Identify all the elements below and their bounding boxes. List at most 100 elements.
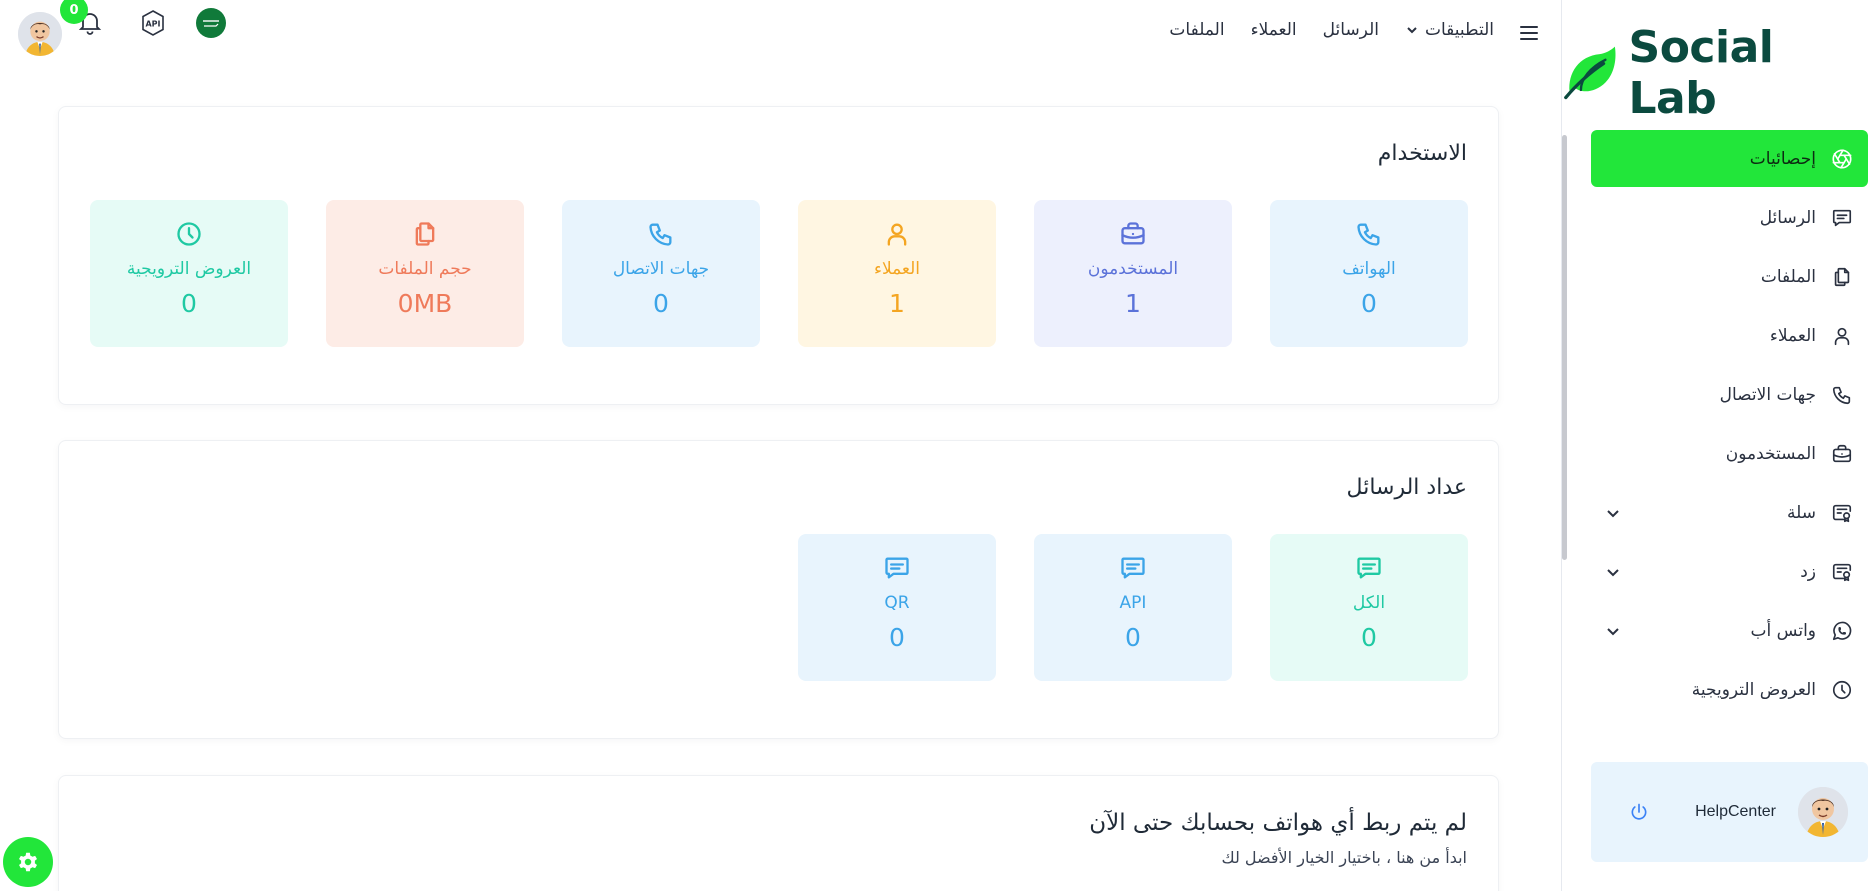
top-nav: التطبيقات الرسائل العملاء الملفات xyxy=(1169,20,1494,40)
stat-tile-promotions[interactable]: العروض الترويجية 0 xyxy=(90,200,288,347)
msg-tile-all[interactable]: الكل 0 xyxy=(1270,534,1468,681)
top-nav-clients[interactable]: العملاء xyxy=(1251,20,1297,40)
message-icon xyxy=(1830,206,1854,230)
phone-icon xyxy=(1355,220,1383,248)
chevron-down-icon[interactable] xyxy=(1605,623,1621,639)
stat-label: حجم الملفات xyxy=(378,259,472,279)
messages-counter-card: عداد الرسائل الكل 0 API 0 QR 0 xyxy=(58,440,1499,739)
message-icon xyxy=(1119,554,1147,582)
stat-label: QR xyxy=(884,593,910,613)
chevron-down-icon xyxy=(1407,27,1417,34)
message-icon xyxy=(1355,554,1383,582)
phone-icon xyxy=(1830,383,1854,407)
sidebar-item-label: جهات الاتصال xyxy=(1719,384,1816,405)
certificate-icon xyxy=(1830,501,1854,525)
stat-tile-clients[interactable]: العملاء 1 xyxy=(798,200,996,347)
stat-label: العروض الترويجية xyxy=(126,259,252,279)
api-icon-label: API xyxy=(145,20,160,29)
clock-icon xyxy=(1830,678,1854,702)
stat-value: 0 xyxy=(1361,623,1377,652)
sidebar-item-label: الملفات xyxy=(1760,266,1816,287)
api-icon[interactable]: API xyxy=(138,8,168,38)
files-icon xyxy=(411,220,439,248)
power-icon[interactable] xyxy=(1629,802,1649,822)
sidebar-item-label: سلة xyxy=(1787,502,1816,523)
sidebar-nav: إحصائيات الرسائل الملفات العملاء جهات ال… xyxy=(1591,130,1868,720)
gear-icon xyxy=(19,852,37,872)
certificate-icon xyxy=(1830,560,1854,584)
top-nav-label: العملاء xyxy=(1250,20,1297,40)
sidebar-item-clients[interactable]: العملاء xyxy=(1591,307,1868,364)
chevron-down-icon[interactable] xyxy=(1605,505,1621,521)
user-avatar[interactable] xyxy=(18,12,62,56)
stat-value: 0 xyxy=(1125,623,1141,652)
phones-notice-card: لم يتم ربط أي هواتف بحسابك حتى الآن ابدأ… xyxy=(58,775,1499,891)
stat-value: 0MB xyxy=(397,289,453,318)
help-center-panel[interactable]: HelpCenter xyxy=(1591,762,1868,862)
brand-name: Social Lab xyxy=(1628,22,1774,124)
settings-button[interactable] xyxy=(3,837,53,887)
clock-icon xyxy=(175,220,203,248)
sidebar-item-label: الرسائل xyxy=(1759,207,1816,228)
msg-tile-api[interactable]: API 0 xyxy=(1034,534,1232,681)
top-nav-apps[interactable]: التطبيقات xyxy=(1405,20,1494,40)
sidebar-item-zid[interactable]: زد xyxy=(1591,543,1868,600)
stat-label: API xyxy=(1119,593,1147,613)
stat-label: المستخدمون xyxy=(1087,259,1179,279)
sidebar-item-label: زد xyxy=(1800,561,1816,582)
stat-value: 0 xyxy=(653,289,669,318)
sidebar-item-contacts[interactable]: جهات الاتصال xyxy=(1591,366,1868,423)
chevron-down-icon[interactable] xyxy=(1605,564,1621,580)
files-icon xyxy=(1830,265,1854,289)
stat-value: 1 xyxy=(1125,289,1141,318)
sidebar-item-statistics[interactable]: إحصائيات xyxy=(1591,130,1868,187)
sidebar-item-files[interactable]: الملفات xyxy=(1591,248,1868,305)
messages-counter-title: عداد الرسائل xyxy=(1346,475,1467,500)
user-icon xyxy=(1830,324,1854,348)
sidebar-item-label: العملاء xyxy=(1769,325,1816,346)
stat-tile-file-size[interactable]: حجم الملفات 0MB xyxy=(326,200,524,347)
sidebar-item-promotions[interactable]: العروض الترويجية xyxy=(1591,661,1868,718)
menu-icon[interactable] xyxy=(1518,22,1540,44)
message-icon xyxy=(883,554,911,582)
sidebar-scrollbar[interactable] xyxy=(1562,135,1567,560)
whatsapp-icon xyxy=(1830,619,1854,643)
user-icon xyxy=(883,220,911,248)
messages-counter-tiles: الكل 0 API 0 QR 0 xyxy=(798,534,1468,681)
stat-tile-contacts[interactable]: جهات الاتصال 0 xyxy=(562,200,760,347)
top-bar: التطبيقات الرسائل العملاء الملفات 0 API xyxy=(0,0,1560,66)
stat-label: العملاء xyxy=(873,259,921,279)
top-nav-files[interactable]: الملفات xyxy=(1169,20,1224,40)
top-nav-label: الرسائل xyxy=(1322,20,1379,40)
sidebar-item-messages[interactable]: الرسائل xyxy=(1591,189,1868,246)
sidebar-item-whatsapp[interactable]: واتس أب xyxy=(1591,602,1868,659)
sidebar-item-users[interactable]: المستخدمون xyxy=(1591,425,1868,482)
usage-title: الاستخدام xyxy=(1377,141,1467,166)
stat-value: 0 xyxy=(889,623,905,652)
stat-tile-phones[interactable]: الهواتف 0 xyxy=(1270,200,1468,347)
stat-tile-users[interactable]: المستخدمون 1 xyxy=(1034,200,1232,347)
briefcase-icon xyxy=(1119,220,1147,248)
sidebar-item-salla[interactable]: سلة xyxy=(1591,484,1868,541)
sidebar-item-label: إحصائيات xyxy=(1749,148,1816,169)
top-nav-label: التطبيقات xyxy=(1424,20,1494,40)
top-nav-messages[interactable]: الرسائل xyxy=(1323,20,1379,40)
stat-label: الهواتف xyxy=(1342,259,1396,279)
msg-tile-qr[interactable]: QR 0 xyxy=(798,534,996,681)
aperture-icon xyxy=(1830,147,1854,171)
top-nav-label: الملفات xyxy=(1169,20,1225,40)
sidebar: Social Lab إحصائيات الرسائل الملفات العم… xyxy=(1561,0,1876,891)
avatar[interactable] xyxy=(1798,787,1848,837)
saudi-flag-icon[interactable] xyxy=(196,8,226,38)
phone-icon xyxy=(647,220,675,248)
usage-tiles: الهواتف 0 المستخدمون 1 العملاء 1 جهات ال… xyxy=(90,200,1468,347)
briefcase-icon xyxy=(1830,442,1854,466)
brand-logo[interactable]: Social Lab xyxy=(1562,22,1862,124)
stat-label: الكل xyxy=(1352,593,1386,613)
sidebar-item-label: العروض الترويجية xyxy=(1691,679,1816,700)
sidebar-item-label: واتس أب xyxy=(1750,620,1816,641)
sidebar-item-label: المستخدمون xyxy=(1725,443,1816,464)
stat-label: جهات الاتصال xyxy=(612,259,710,279)
help-center-label: HelpCenter xyxy=(1695,803,1776,820)
stat-value: 0 xyxy=(1361,289,1377,318)
